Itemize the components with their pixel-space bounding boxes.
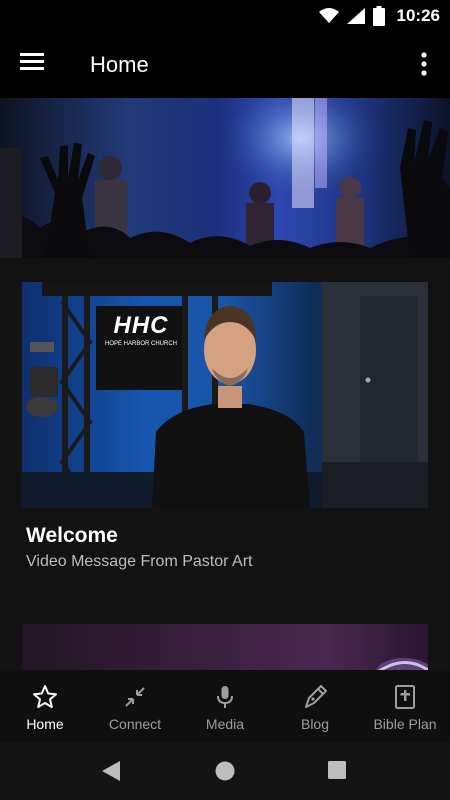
system-navigation-bar — [0, 742, 450, 800]
overflow-menu-button[interactable] — [420, 52, 434, 78]
recents-square-icon[interactable] — [327, 760, 347, 780]
nav-item-media[interactable]: Media — [180, 670, 270, 742]
hamburger-icon — [20, 53, 44, 70]
star-icon — [33, 685, 57, 708]
back-icon[interactable] — [100, 760, 122, 782]
wifi-icon — [318, 8, 339, 23]
next-card-thumbnail — [376, 658, 428, 674]
church-logo: HHC HOPE HARBOR CHURCH — [100, 312, 182, 347]
collapse-arrows-icon — [125, 687, 145, 707]
clock: 10:26 — [396, 6, 440, 25]
pen-icon — [305, 684, 328, 708]
church-logo-text: HHC — [113, 312, 169, 339]
bible-icon — [395, 685, 415, 709]
nav-item-blog[interactable]: Blog — [270, 670, 360, 742]
bottom-navigation: Home Connect Media Blog Bible Plan — [0, 670, 450, 742]
nav-label-home: Home — [26, 716, 64, 732]
status-bar: 10:26 — [0, 0, 450, 32]
signal-icon — [346, 8, 365, 24]
page-title: Home — [90, 52, 149, 77]
nav-item-connect[interactable]: Connect — [90, 670, 180, 742]
hero-banner — [0, 98, 450, 258]
church-logo-subtext: HOPE HARBOR CHURCH — [104, 341, 177, 347]
nav-item-bible-plan[interactable]: Bible Plan — [360, 670, 450, 742]
video-card[interactable]: HHC HOPE HARBOR CHURCH — [22, 282, 428, 508]
nav-label-media: Media — [205, 716, 245, 732]
app-bar: Home — [0, 32, 450, 98]
next-card[interactable] — [22, 624, 428, 674]
menu-button[interactable] — [20, 52, 50, 78]
microphone-icon — [217, 686, 233, 708]
pastor-video-thumbnail — [22, 282, 428, 508]
nav-label-bible-plan: Bible Plan — [373, 716, 437, 732]
battery-icon — [372, 6, 385, 26]
nav-label-connect: Connect — [108, 716, 162, 732]
nav-label-blog: Blog — [300, 716, 330, 732]
card-title[interactable]: Welcome — [26, 524, 118, 548]
home-circle-icon[interactable] — [214, 760, 236, 782]
more-vert-icon — [421, 52, 427, 76]
worship-scene-image — [0, 98, 450, 258]
nav-item-home[interactable]: Home — [0, 670, 90, 742]
card-subtitle: Video Message From Pastor Art — [26, 553, 253, 570]
